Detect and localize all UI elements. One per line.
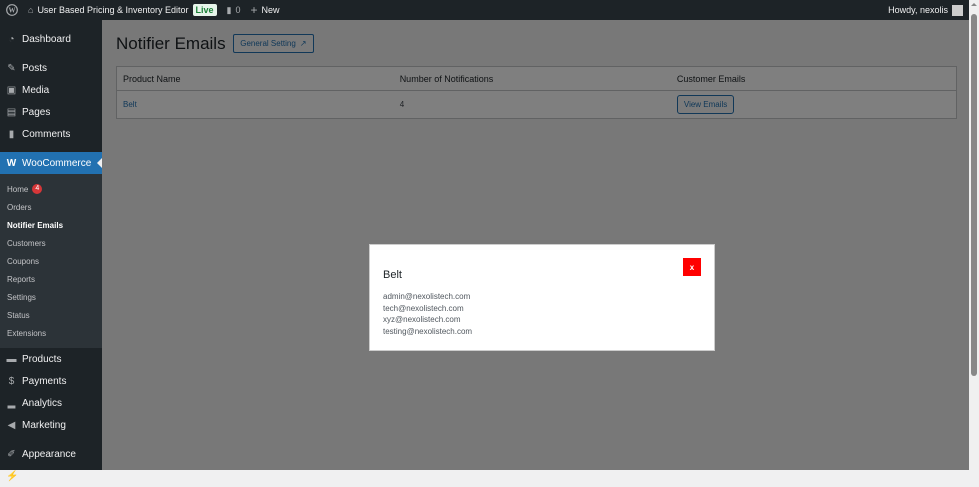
- menu-label: Plugins: [22, 470, 55, 482]
- menu-posts[interactable]: ✎ Posts: [0, 57, 102, 79]
- notification-badge: 4: [32, 184, 43, 194]
- menu-label: Pages: [22, 106, 51, 118]
- submenu-status[interactable]: Status: [0, 306, 102, 324]
- emails-modal: x Belt admin@nexolistech.com tech@nexoli…: [369, 244, 715, 351]
- menu-label: Comments: [22, 128, 71, 140]
- site-name: User Based Pricing & Inventory Editor: [37, 5, 189, 15]
- submenu-label: Status: [7, 310, 30, 320]
- admin-bar: W ⌂ User Based Pricing & Inventory Editor…: [0, 0, 969, 20]
- products-icon: ▬: [6, 353, 17, 365]
- submenu-notifier-emails[interactable]: Notifier Emails: [0, 216, 102, 234]
- close-button[interactable]: x: [683, 258, 701, 276]
- payments-icon: $: [8, 375, 15, 387]
- submenu-label: Extensions: [7, 328, 47, 338]
- menu-comments[interactable]: ▮ Comments: [0, 123, 102, 145]
- new-label: New: [261, 5, 280, 15]
- menu-dashboard[interactable]: ◔ Dashboard: [0, 28, 102, 50]
- menu-label: Analytics: [22, 397, 63, 409]
- dashboard-icon: ◔: [8, 33, 15, 45]
- submenu-home[interactable]: Home 4: [0, 180, 102, 198]
- submenu-settings[interactable]: Settings: [0, 288, 102, 306]
- comment-icon: ▮: [226, 4, 232, 15]
- pages-icon: ▤: [6, 106, 17, 118]
- pin-icon: ✎: [7, 62, 16, 74]
- submenu-reports[interactable]: Reports: [0, 270, 102, 288]
- menu-label: Media: [22, 84, 50, 96]
- howdy-label: Howdy, nexolis: [888, 5, 948, 15]
- avatar: [952, 4, 963, 16]
- megaphone-icon: ◀: [7, 419, 16, 431]
- scrollbar-thumb[interactable]: [971, 14, 977, 376]
- home-icon: ⌂: [28, 5, 34, 15]
- menu-label: Appearance: [22, 448, 76, 460]
- menu-marketing[interactable]: ◀ Marketing: [0, 414, 102, 436]
- menu-appearance[interactable]: ✐ Appearance: [0, 443, 102, 465]
- comment-icon: ▮: [8, 128, 15, 140]
- menu-analytics[interactable]: ▂ Analytics: [0, 392, 102, 414]
- submenu-label: Coupons: [7, 256, 40, 266]
- plus-icon: +: [250, 3, 258, 17]
- menu-label: Marketing: [22, 419, 66, 431]
- menu-products[interactable]: ▬ Products: [0, 348, 102, 370]
- woocommerce-icon: W: [6, 157, 17, 169]
- menu-label: Posts: [22, 62, 48, 74]
- comments-link[interactable]: ▮ 0: [227, 0, 241, 20]
- new-link[interactable]: + New: [251, 0, 280, 20]
- plugin-icon: ⚡: [6, 470, 19, 482]
- submenu-label: Home: [7, 184, 29, 194]
- menu-label: Products: [22, 353, 62, 365]
- menu-payments[interactable]: $ Payments: [0, 370, 102, 392]
- submenu-coupons[interactable]: Coupons: [0, 252, 102, 270]
- svg-text:W: W: [9, 7, 16, 15]
- menu-pages[interactable]: ▤ Pages: [0, 101, 102, 123]
- submenu-label: Settings: [7, 292, 36, 302]
- menu-label: WooCommerce: [22, 157, 92, 169]
- analytics-icon: ▂: [7, 397, 16, 409]
- submenu-orders[interactable]: Orders: [0, 198, 102, 216]
- submenu-customers[interactable]: Customers: [0, 234, 102, 252]
- menu-label: Dashboard: [22, 33, 71, 45]
- menu-label: Payments: [22, 375, 67, 387]
- scrollbar[interactable]: [969, 0, 979, 470]
- user-menu[interactable]: Howdy, nexolis: [888, 4, 963, 16]
- brush-icon: ✐: [7, 448, 16, 460]
- submenu-label: Customers: [7, 238, 46, 248]
- live-badge: Live: [192, 4, 217, 16]
- email-item: tech@nexolistech.com: [383, 303, 464, 313]
- modal-title: Belt: [383, 269, 402, 281]
- woocommerce-submenu: Home 4 Orders Notifier Emails Customers C…: [0, 174, 102, 348]
- menu-woocommerce[interactable]: W WooCommerce: [0, 152, 102, 174]
- email-item: admin@nexolistech.com: [383, 292, 471, 301]
- media-icon: ▣: [6, 84, 17, 96]
- submenu-label: Notifier Emails: [7, 220, 64, 230]
- admin-sidebar: ◔ Dashboard ✎ Posts ▣ Media ▤ Pages ▮ Comment…: [0, 20, 102, 482]
- submenu-label: Reports: [7, 274, 36, 284]
- comments-count: 0: [235, 5, 241, 15]
- menu-media[interactable]: ▣ Media: [0, 79, 102, 101]
- email-item: xyz@nexolistech.com: [383, 315, 461, 324]
- submenu-label: Orders: [7, 202, 32, 212]
- wordpress-logo-icon[interactable]: W: [6, 0, 18, 20]
- menu-plugins[interactable]: ⚡ Plugins: [0, 465, 102, 487]
- site-name-link[interactable]: ⌂ User Based Pricing & Inventory Editor Li…: [28, 0, 217, 20]
- scroll-up-icon[interactable]: [971, 3, 977, 6]
- email-item: testing@nexolistech.com: [383, 326, 473, 336]
- submenu-extensions[interactable]: Extensions: [0, 324, 102, 342]
